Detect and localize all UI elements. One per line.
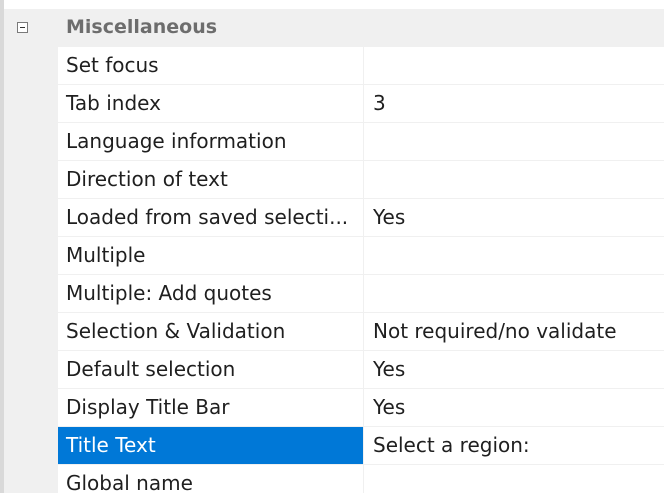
row-gutter [4,161,58,199]
row-gutter [4,275,58,313]
property-row-default-selection[interactable]: Default selection Yes [4,351,664,389]
category-row-miscellaneous[interactable]: Miscellaneous [4,9,664,47]
row-gutter [4,427,58,465]
property-grid: Miscellaneous Set focus Tab index 3 Lang… [4,9,664,493]
property-name[interactable]: Default selection [58,351,364,388]
row-gutter [4,313,58,351]
row-gutter [4,85,58,123]
property-name[interactable]: Multiple: Add quotes [58,275,364,312]
property-row-selection-validation[interactable]: Selection & Validation Not required/no v… [4,313,664,351]
property-row-title-text[interactable]: Title Text Select a region: [4,427,664,465]
property-row-display-title-bar[interactable]: Display Title Bar Yes [4,389,664,427]
property-value[interactable] [365,161,664,198]
row-gutter [4,123,58,161]
property-value[interactable] [365,465,664,493]
property-value[interactable]: Yes [365,389,664,426]
row-gutter [4,351,58,389]
row-gutter [4,389,58,427]
property-row-global-name[interactable]: Global name [4,465,664,493]
property-row-direction-of-text[interactable]: Direction of text [4,161,664,199]
category-label: Miscellaneous [66,16,218,38]
property-row-multiple[interactable]: Multiple [4,237,664,275]
property-name[interactable]: Set focus [58,47,364,84]
property-name[interactable]: Tab index [58,85,364,122]
collapse-icon[interactable] [17,22,28,33]
property-name[interactable]: Selection & Validation [58,313,364,350]
property-row-set-focus[interactable]: Set focus [4,47,664,85]
row-gutter [4,199,58,237]
row-gutter [4,237,58,275]
property-name[interactable]: Title Text [58,427,364,464]
property-value[interactable] [365,47,664,84]
property-row-multiple-add-quotes[interactable]: Multiple: Add quotes [4,275,664,313]
property-value[interactable]: Not required/no validate [365,313,664,350]
property-name[interactable]: Language information [58,123,364,160]
property-value[interactable] [365,237,664,274]
property-row-loaded-from-saved-selection[interactable]: Loaded from saved selecti... Yes [4,199,664,237]
property-value[interactable] [365,275,664,312]
property-name[interactable]: Multiple [58,237,364,274]
property-row-tab-index[interactable]: Tab index 3 [4,85,664,123]
property-name[interactable]: Display Title Bar [58,389,364,426]
row-gutter [4,465,58,493]
property-name[interactable]: Global name [58,465,364,493]
property-value[interactable]: Yes [365,199,664,236]
row-gutter [4,47,58,85]
property-name[interactable]: Direction of text [58,161,364,198]
property-value[interactable]: Yes [365,351,664,388]
property-value[interactable]: 3 [365,85,664,122]
property-name[interactable]: Loaded from saved selecti... [58,199,364,236]
property-value[interactable] [365,123,664,160]
property-value[interactable]: Select a region: [365,427,664,464]
property-row-language-information[interactable]: Language information [4,123,664,161]
